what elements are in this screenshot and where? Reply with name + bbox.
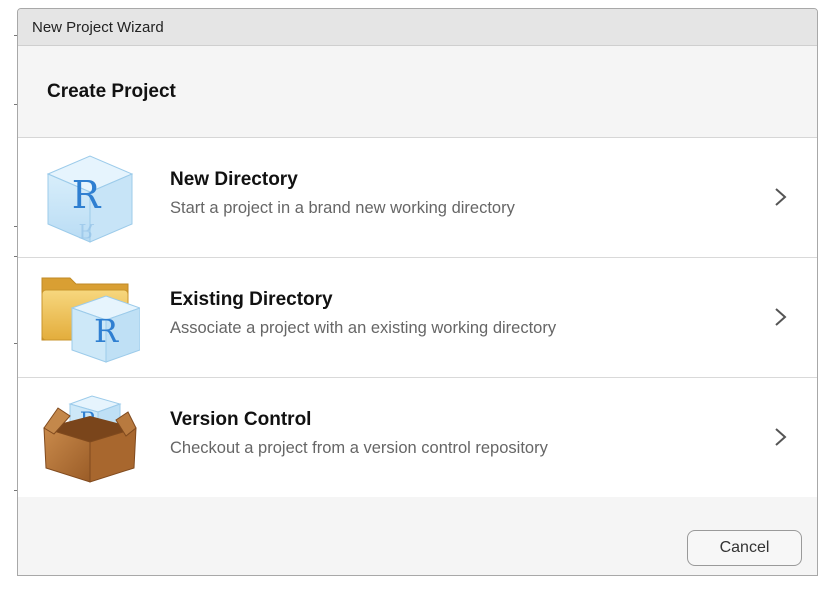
dialog-footer: Cancel (18, 497, 817, 575)
folder-r-cube-icon: R (41, 277, 140, 363)
svg-text:R: R (72, 173, 102, 217)
new-project-wizard-dialog: New Project Wizard Create Project R R Ne… (17, 8, 818, 576)
option-text: Existing Directory Associate a project w… (170, 288, 556, 339)
wizard-header: Create Project (18, 46, 817, 138)
chevron-right-icon (775, 188, 787, 206)
option-title: Version Control (170, 409, 312, 430)
option-title: New Directory (170, 169, 298, 190)
dialog-title: New Project Wizard (32, 18, 164, 36)
option-text: Version Control Checkout a project from … (170, 408, 548, 459)
option-title: Existing Directory (170, 289, 333, 310)
project-options-list: R R New Directory Start a project in a b… (18, 138, 817, 498)
svg-text:R: R (78, 219, 94, 243)
option-text: New Directory Start a project in a brand… (170, 168, 515, 219)
option-new-directory[interactable]: R R New Directory Start a project in a b… (18, 138, 817, 258)
option-description: Start a project in a brand new working d… (170, 199, 515, 217)
page-title: Create Project (47, 80, 176, 102)
option-version-control[interactable]: R Version Control Checkout a project fro… (18, 378, 817, 498)
screen: New Project Wizard Create Project R R Ne… (0, 0, 834, 589)
box-r-cube-icon: R (43, 395, 137, 483)
option-existing-directory[interactable]: R Existing Directory Associate a project… (18, 258, 817, 378)
chevron-right-icon (775, 428, 787, 446)
chevron-right-icon (775, 308, 787, 326)
r-cube-icon: R R (46, 155, 134, 243)
dialog-titlebar[interactable]: New Project Wizard (18, 9, 817, 46)
svg-text:R: R (94, 312, 119, 350)
option-description: Associate a project with an existing wor… (170, 319, 557, 337)
option-description: Checkout a project from a version contro… (170, 439, 548, 457)
cancel-button[interactable]: Cancel (687, 530, 802, 566)
